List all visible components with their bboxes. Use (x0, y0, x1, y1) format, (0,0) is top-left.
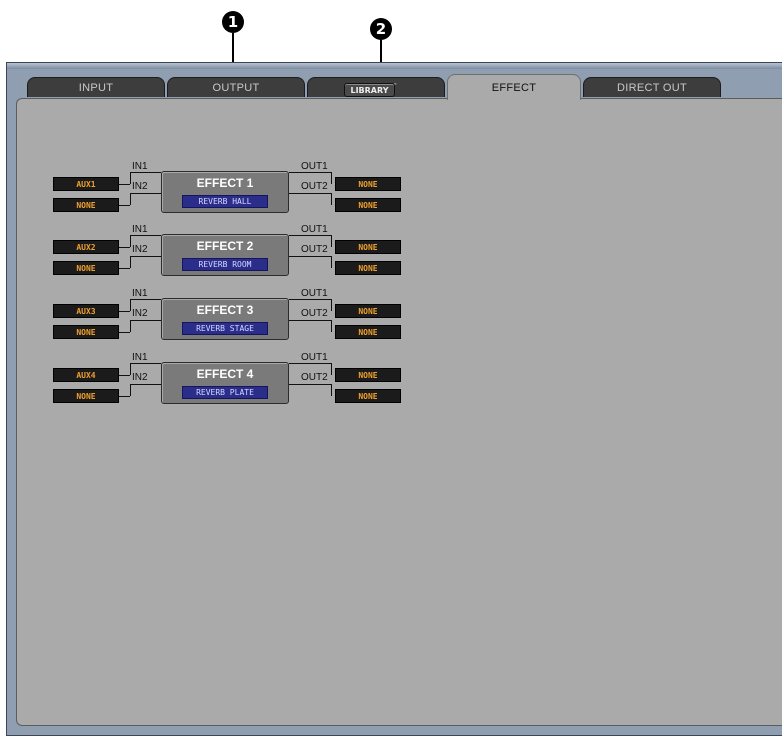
in2-label: IN2 (132, 244, 148, 255)
effect-type-display[interactable]: REVERB ROOM (182, 258, 268, 271)
in2-line-2 (130, 193, 161, 194)
out1-line (289, 363, 331, 364)
out2-bend (331, 320, 332, 332)
output-2-select[interactable]: NONE (335, 261, 401, 275)
in2-line (119, 396, 130, 397)
in2-line (119, 268, 130, 269)
in1-line-2 (130, 363, 161, 364)
in1-label: IN1 (132, 288, 148, 299)
input-1-select[interactable]: AUX4 (53, 368, 119, 382)
out2-line (289, 193, 331, 194)
out1-label: OUT1 (301, 288, 328, 299)
in1-bend (130, 172, 131, 184)
in2-bend (130, 193, 131, 205)
in2-label: IN2 (132, 181, 148, 192)
out2-line (289, 320, 331, 321)
effect-type-display[interactable]: REVERB STAGE (182, 322, 268, 335)
out2-bend (331, 256, 332, 268)
effect-block[interactable]: EFFECT 4 REVERB PLATE (161, 362, 289, 404)
output-2-select[interactable]: NONE (335, 198, 401, 212)
in2-line (119, 205, 130, 206)
out1-bend (331, 299, 332, 311)
callout-2: 2 (370, 18, 392, 40)
output-1-select[interactable]: NONE (335, 177, 401, 191)
in1-line (119, 375, 130, 376)
tab-direct-out[interactable]: DIRECT OUT (583, 77, 721, 97)
in2-bend (130, 384, 131, 396)
out1-label: OUT1 (301, 224, 328, 235)
out2-label: OUT2 (301, 372, 328, 383)
out1-label: OUT1 (301, 352, 328, 363)
in2-line-2 (130, 320, 161, 321)
effect-title: EFFECT 3 (196, 303, 254, 317)
in2-line-2 (130, 384, 161, 385)
out1-bend (331, 363, 332, 375)
out2-bend (331, 193, 332, 205)
out2-line (289, 256, 331, 257)
output-1-select[interactable]: NONE (335, 368, 401, 382)
input-1-select[interactable]: AUX1 (53, 177, 119, 191)
in1-bend (130, 363, 131, 375)
effect-block[interactable]: EFFECT 2 REVERB ROOM (161, 234, 289, 276)
out2-label: OUT2 (301, 308, 328, 319)
out1-line (289, 299, 331, 300)
out2-line (289, 384, 331, 385)
in1-label: IN1 (132, 161, 148, 172)
input-1-select[interactable]: AUX2 (53, 240, 119, 254)
tab-output[interactable]: OUTPUT (167, 77, 305, 97)
in2-line-2 (130, 256, 161, 257)
in1-label: IN1 (132, 224, 148, 235)
input-1-select[interactable]: AUX3 (53, 304, 119, 318)
effect-type-display[interactable]: REVERB PLATE (182, 386, 268, 399)
effect-title: EFFECT 4 (196, 367, 254, 381)
output-2-select[interactable]: NONE (335, 389, 401, 403)
in2-label: IN2 (132, 372, 148, 383)
in1-line (119, 311, 130, 312)
out1-label: OUT1 (301, 161, 328, 172)
effect-block[interactable]: EFFECT 3 REVERB STAGE (161, 298, 289, 340)
output-1-select[interactable]: NONE (335, 304, 401, 318)
out2-bend (331, 384, 332, 396)
effect-type-display[interactable]: REVERB HALL (182, 195, 268, 208)
in2-bend (130, 256, 131, 268)
out1-line (289, 172, 331, 173)
in1-line-2 (130, 235, 161, 236)
effect-title: EFFECT 1 (196, 176, 254, 190)
in1-bend (130, 235, 131, 247)
callout-1: 1 (222, 11, 244, 33)
out1-bend (331, 235, 332, 247)
library-button[interactable]: LIBRARY (344, 83, 395, 97)
effect-title: EFFECT 2 (196, 239, 254, 253)
input-2-select[interactable]: NONE (53, 325, 119, 339)
in2-bend (130, 320, 131, 332)
out1-line (289, 235, 331, 236)
input-2-select[interactable]: NONE (53, 261, 119, 275)
in1-line (119, 184, 130, 185)
out2-label: OUT2 (301, 181, 328, 192)
in2-label: IN2 (132, 308, 148, 319)
input-2-select[interactable]: NONE (53, 389, 119, 403)
in2-line (119, 332, 130, 333)
output-1-select[interactable]: NONE (335, 240, 401, 254)
window-top-bar (7, 63, 782, 69)
out2-label: OUT2 (301, 244, 328, 255)
in1-line (119, 247, 130, 248)
tab-input[interactable]: INPUT (27, 77, 165, 97)
in1-line-2 (130, 172, 161, 173)
in1-line-2 (130, 299, 161, 300)
in1-bend (130, 299, 131, 311)
in1-label: IN1 (132, 352, 148, 363)
tab-effect[interactable]: EFFECT (447, 74, 581, 100)
out1-bend (331, 172, 332, 184)
effect-block[interactable]: EFFECT 1 REVERB HALL (161, 171, 289, 213)
output-2-select[interactable]: NONE (335, 325, 401, 339)
input-2-select[interactable]: NONE (53, 198, 119, 212)
